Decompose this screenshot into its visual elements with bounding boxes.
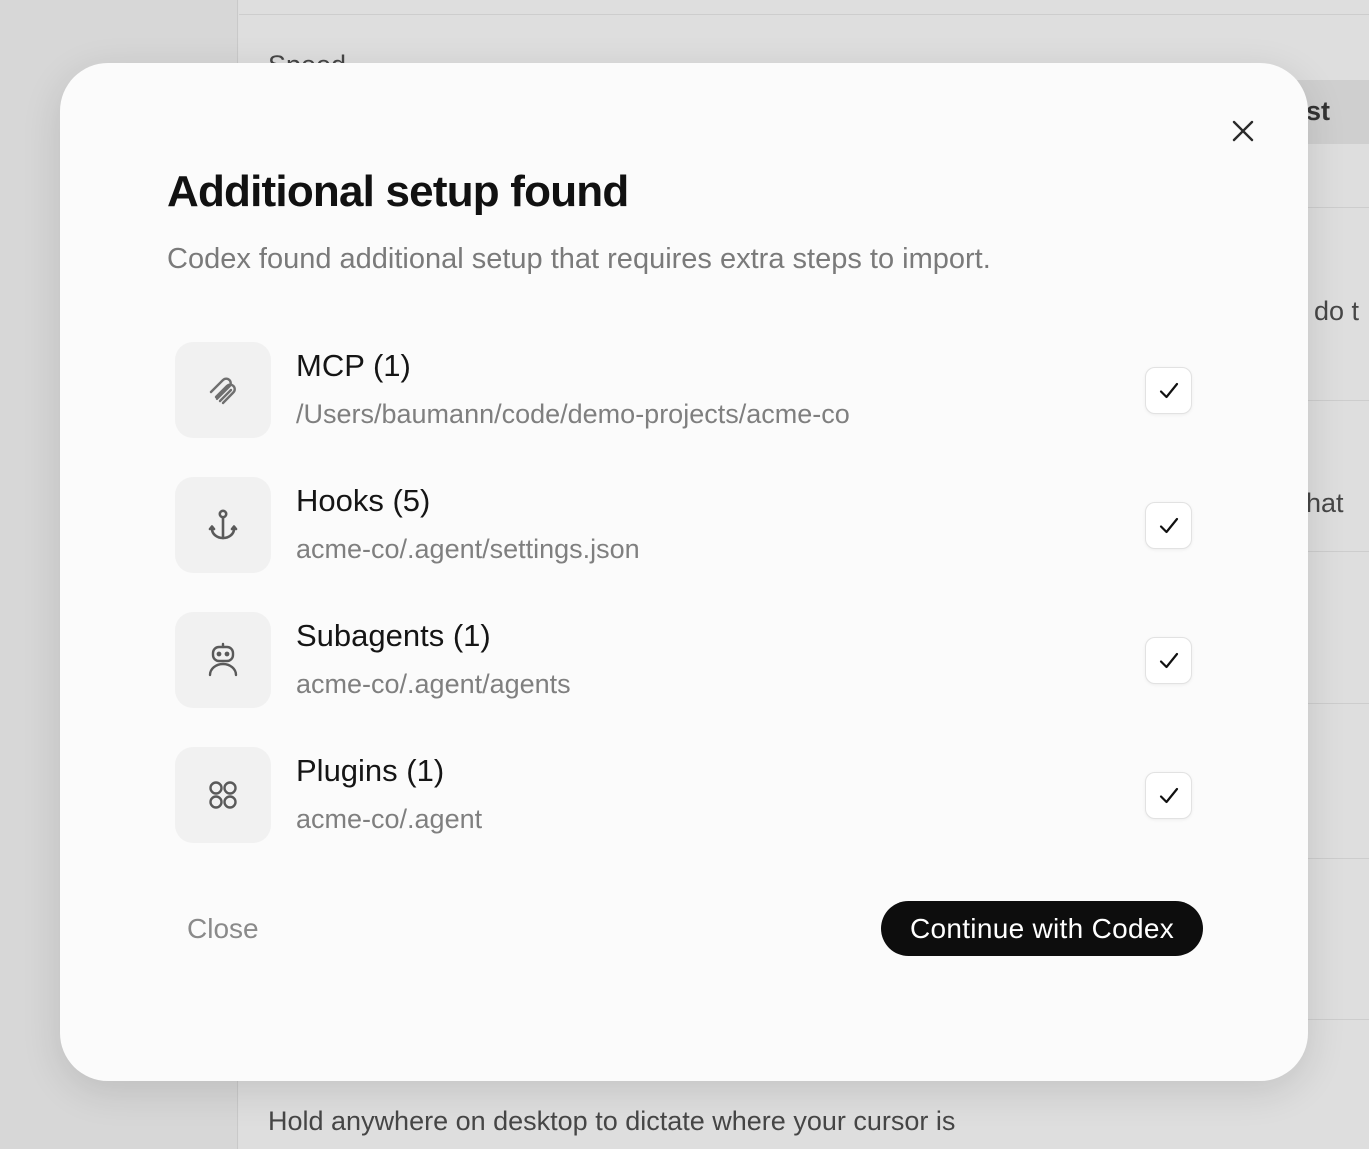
robot-icon xyxy=(175,612,271,708)
item-title: Hooks (5) xyxy=(296,483,431,518)
checkmark-icon xyxy=(1159,787,1178,803)
item-title: Subagents (1) xyxy=(296,618,491,653)
checkmark-icon xyxy=(1159,382,1178,398)
paperclip-icon xyxy=(175,342,271,438)
item-title: MCP (1) xyxy=(296,348,411,383)
background-label: hat xyxy=(1306,488,1344,518)
continue-with-codex-button[interactable]: Continue with Codex xyxy=(881,901,1203,956)
checkmark-icon xyxy=(1159,517,1178,533)
background-label: do t xyxy=(1314,296,1360,326)
checkmark-icon xyxy=(1159,652,1178,668)
list-item-plugins: Plugins (1) acme-co/.agent xyxy=(175,747,1195,843)
dialog-title: Additional setup found xyxy=(167,167,629,216)
mcp-checkbox[interactable] xyxy=(1145,367,1192,414)
plugins-checkbox[interactable] xyxy=(1145,772,1192,819)
setup-dialog: Additional setup found Codex found addit… xyxy=(60,63,1308,1081)
background-label: st xyxy=(1306,96,1331,126)
item-path: /Users/baumann/code/demo-projects/acme-c… xyxy=(296,399,850,429)
list-item-hooks: Hooks (5) acme-co/.agent/settings.json xyxy=(175,477,1195,573)
item-title: Plugins (1) xyxy=(296,753,445,788)
dialog-subtitle: Codex found additional setup that requir… xyxy=(167,243,991,275)
list-item-mcp: MCP (1) /Users/baumann/code/demo-project… xyxy=(175,342,1195,438)
list-item-subagents: Subagents (1) acme-co/.agent/agents xyxy=(175,612,1195,708)
item-path: acme-co/.agent/agents xyxy=(296,669,571,699)
anchor-icon xyxy=(175,477,271,573)
close-button[interactable]: Close xyxy=(187,913,259,945)
grid-circles-icon xyxy=(175,747,271,843)
item-path: acme-co/.agent xyxy=(296,804,483,834)
item-path: acme-co/.agent/settings.json xyxy=(296,534,640,564)
hooks-checkbox[interactable] xyxy=(1145,502,1192,549)
close-icon[interactable] xyxy=(1225,113,1261,149)
subagents-checkbox[interactable] xyxy=(1145,637,1192,684)
background-description: Hold anywhere on desktop to dictate wher… xyxy=(268,1106,956,1136)
background-divider xyxy=(239,14,1369,15)
